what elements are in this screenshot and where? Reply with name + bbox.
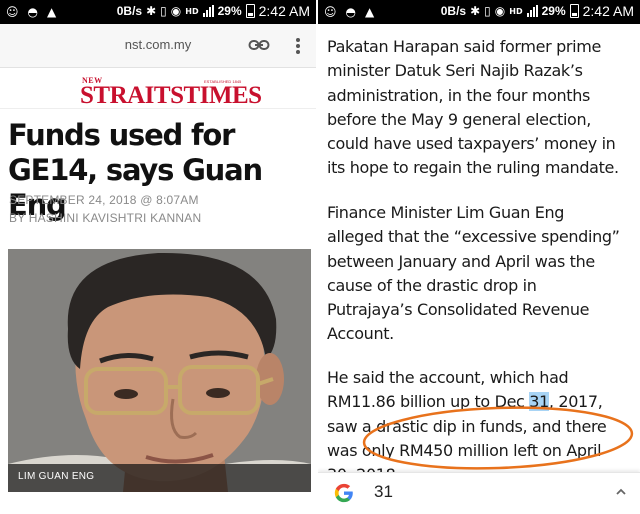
left-screenshot: ☺ ◓ ▲ 0B/s ✱ ▯ ◉ HD 29% 2:42 AM nst.com.… [0, 0, 316, 514]
clock: 2:42 AM [258, 3, 310, 19]
more-vert-icon[interactable] [294, 36, 302, 56]
masthead-divider [0, 108, 316, 109]
article-dateline: SEPTEMBER 24, 2018 @ 8:07AM [9, 193, 199, 207]
vibrate-icon: ▯ [484, 4, 491, 18]
portrait-illustration [8, 249, 311, 492]
messenger-icon: ◓ [27, 5, 38, 19]
status-bar: ☺ ◓ ▲ 0B/s ✱ ▯ ◉ HD 29% 2:42 AM [0, 0, 316, 24]
messenger-icon: ◓ [345, 5, 356, 19]
smile-icon: ☺ [324, 5, 337, 19]
signal-icon [526, 5, 538, 17]
battery-percent: 29% [541, 4, 566, 18]
masthead-logo[interactable]: NEW STRAITSTIMES ESTABLISHED 1845 [0, 70, 316, 110]
search-query[interactable]: 31 [374, 482, 393, 502]
paragraph-line: Account. [327, 324, 394, 344]
link-icon[interactable] [248, 37, 270, 53]
browser-toolbar: nst.com.my [0, 24, 316, 68]
status-bar-right: ☺ ◓ ▲ 0B/s ✱ ▯ ◉ HD 29% 2:42 AM [318, 0, 640, 24]
battery-icon [569, 4, 579, 18]
paragraph-line: before the May 9 general election, [327, 109, 592, 129]
right-screenshot: ☺ ◓ ▲ 0B/s ✱ ▯ ◉ HD 29% 2:42 AM Pakatan … [318, 0, 640, 514]
text-before-highlight: RM11.86 billion up to Dec [327, 392, 530, 412]
paragraph-line: He said the account, which had [327, 368, 569, 387]
net-speed: 0B/s [116, 4, 143, 18]
hd-label: HD [185, 6, 199, 16]
paragraph-line: its hope to regain the ruling mandate. [327, 158, 619, 178]
paragraph-line: saw a drastic dip in funds, and there [327, 416, 607, 436]
warning-icon: ▲ [365, 5, 375, 19]
smile-icon: ☺ [6, 5, 19, 19]
article-paragraph-2: Finance Minister Lim Guan Eng alleged th… [327, 201, 639, 347]
paragraph-line: cause of the drastic drop in [327, 275, 537, 295]
clock: 2:42 AM [582, 3, 634, 19]
vibrate-icon: ▯ [160, 4, 167, 18]
paragraph-line: minister Datuk Seri Najib Razak’s [327, 61, 583, 81]
masthead-established: ESTABLISHED 1845 [204, 79, 242, 84]
article-paragraph-3: He said the account, which had RM11.86 b… [327, 366, 639, 487]
net-speed: 0B/s [440, 4, 467, 18]
signal-icon [202, 5, 214, 17]
battery-icon [245, 4, 255, 18]
photo-caption-text: LIM GUAN ENG [18, 471, 95, 482]
hd-label: HD [509, 6, 523, 16]
article-byline: BY HASHINI KAVISHTRI KANNAN [9, 211, 202, 225]
google-search-bar[interactable]: 31 [318, 472, 640, 514]
warning-icon: ▲ [47, 5, 57, 19]
article-headline: Funds used for GE14, says Guan Eng [8, 118, 263, 222]
article-photo[interactable]: LIM GUAN ENG [8, 249, 311, 492]
battery-percent: 29% [217, 4, 242, 18]
paragraph-line: administration, in the four months [327, 85, 590, 105]
paragraph-line: Finance Minister Lim Guan Eng [327, 203, 565, 222]
paragraph-line: Pakatan Harapan said former prime [327, 37, 601, 56]
wifi-icon: ◉ [170, 4, 182, 18]
masthead-name: STRAITSTIMES [80, 82, 262, 109]
article-paragraph-1: Pakatan Harapan said former prime minist… [327, 35, 639, 181]
paragraph-line: between January and April was the [327, 251, 595, 271]
wifi-icon: ◉ [494, 4, 506, 18]
bluetooth-icon: ✱ [146, 4, 157, 18]
bluetooth-icon: ✱ [470, 4, 481, 18]
chevron-up-icon[interactable] [614, 485, 628, 499]
google-g-icon [334, 483, 353, 503]
paragraph-line: was only RM450 million left on April [327, 440, 602, 460]
search-highlight: 31 [529, 392, 549, 412]
paragraph-line: could have used taxpayers’ money in [327, 134, 616, 154]
paragraph-line: Putrajaya’s Consolidated Revenue [327, 300, 590, 320]
photo-caption: LIM GUAN ENG [8, 464, 311, 492]
paragraph-line: alleged that the “excessive spending” [327, 227, 620, 247]
text-after-highlight: , 2017, [548, 392, 603, 412]
paragraph-line: RM11.86 billion up to Dec 31, 2017, [327, 390, 639, 414]
